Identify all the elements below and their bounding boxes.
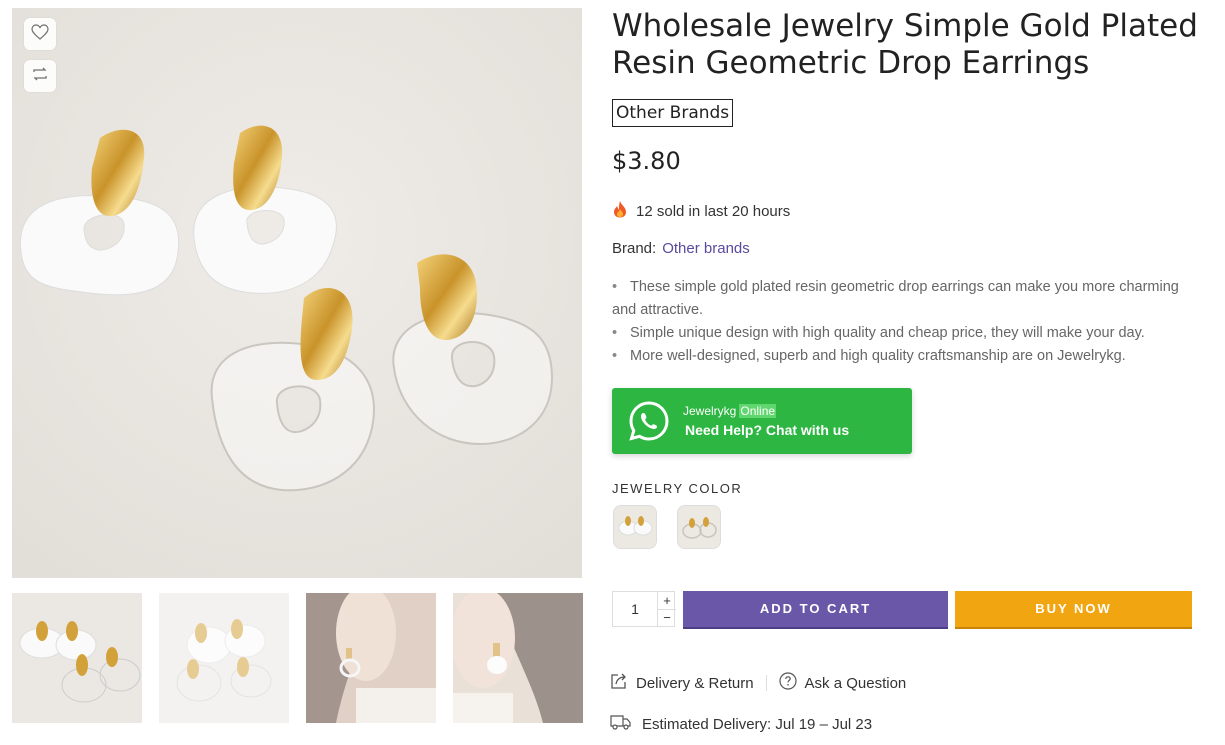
delivery-return-label: Delivery & Return xyxy=(636,674,754,692)
question-icon xyxy=(778,672,797,694)
add-to-cart-button[interactable]: ADD TO CART xyxy=(683,591,948,629)
brand-link[interactable]: Other brands xyxy=(662,240,750,257)
compare-button[interactable] xyxy=(24,60,56,92)
thumbnail-2[interactable] xyxy=(159,593,289,723)
divider xyxy=(765,675,767,691)
description-item: • More well-designed, superb and high qua… xyxy=(612,348,1126,364)
product-title: Wholesale Jewelry Simple Gold Plated Res… xyxy=(612,8,1198,81)
thumbnail-4[interactable] xyxy=(453,593,583,723)
whatsapp-cta: Need Help? Chat with us xyxy=(685,422,850,438)
sold-counter: 12 sold in last 20 hours xyxy=(612,200,790,222)
heart-icon xyxy=(31,23,49,45)
product-price: $3.80 xyxy=(612,147,681,175)
estimated-delivery-text: Estimated Delivery: Jul 19 – Jul 23 xyxy=(642,715,873,733)
quantity-stepper: + − xyxy=(612,591,676,627)
share-box-icon xyxy=(610,672,628,694)
sold-text: 12 sold in last 20 hours xyxy=(636,202,791,220)
brand-badge[interactable]: Other Brands xyxy=(612,99,734,127)
main-product-image[interactable] xyxy=(12,8,582,578)
thumbnail-3[interactable] xyxy=(306,593,436,723)
quantity-decrease-button[interactable]: − xyxy=(657,609,676,626)
description-item: • Simple unique design with high quality … xyxy=(612,325,1145,341)
product-description: • These simple gold plated resin geometri… xyxy=(612,276,1202,368)
product-links: Delivery & Return Ask a Question xyxy=(610,672,906,694)
whatsapp-agent: Jewelrykg Online xyxy=(683,404,777,418)
wishlist-button[interactable] xyxy=(24,18,56,50)
online-badge: Online xyxy=(739,404,777,418)
color-swatch-clear[interactable] xyxy=(677,505,721,549)
brand-row: Brand: Other brands xyxy=(612,240,750,257)
delivery-return-link[interactable]: Delivery & Return xyxy=(610,672,754,694)
thumbnail-strip xyxy=(12,593,584,723)
variant-label: JEWELRY COLOR xyxy=(612,481,743,496)
estimated-delivery: Estimated Delivery: Jul 19 – Jul 23 xyxy=(610,714,872,734)
ask-question-label: Ask a Question xyxy=(804,674,907,692)
buy-now-button[interactable]: BUY NOW xyxy=(955,591,1192,629)
description-item: • These simple gold plated resin geometri… xyxy=(612,279,1179,318)
truck-icon xyxy=(610,714,632,734)
thumbnail-1[interactable] xyxy=(12,593,142,723)
ask-question-link[interactable]: Ask a Question xyxy=(778,672,907,694)
whatsapp-icon xyxy=(628,400,670,447)
quantity-increase-button[interactable]: + xyxy=(657,592,676,610)
quantity-input[interactable] xyxy=(613,592,657,626)
whatsapp-chat-button[interactable]: Jewelrykg Online Need Help? Chat with us xyxy=(612,388,912,454)
fire-icon xyxy=(612,200,628,222)
compare-icon xyxy=(31,66,49,87)
color-swatch-white[interactable] xyxy=(613,505,657,549)
brand-label: Brand: xyxy=(612,240,657,257)
